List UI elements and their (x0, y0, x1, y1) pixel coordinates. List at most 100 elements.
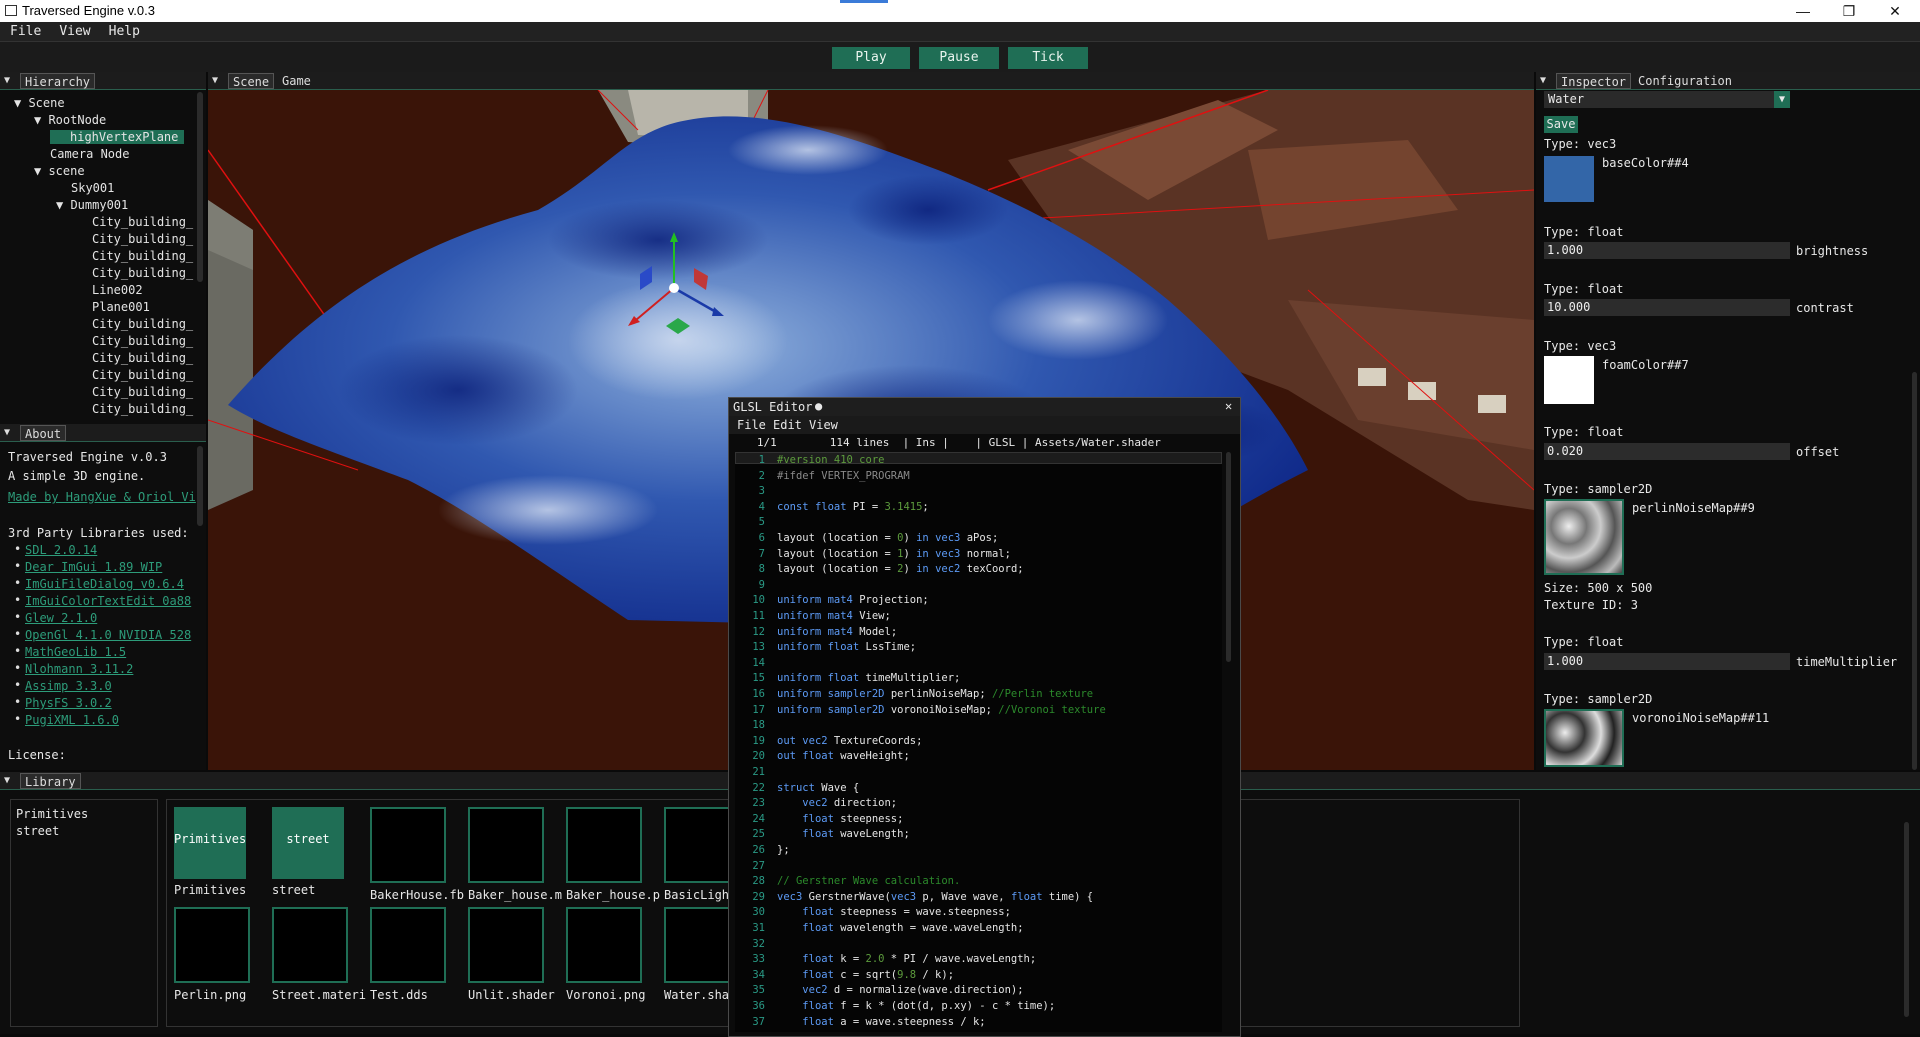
menu-help[interactable]: Help (99, 22, 148, 39)
contrast-input[interactable]: 10.000 (1544, 299, 1790, 316)
lib-link[interactable]: SDL 2.0.14 (25, 543, 97, 557)
tab-hierarchy[interactable]: Hierarchy (20, 73, 96, 89)
minimize-button[interactable]: — (1780, 0, 1826, 22)
lib-link[interactable]: Glew 2.1.0 (25, 611, 97, 625)
lib-link[interactable]: PugiXML 1.6.0 (25, 713, 119, 727)
perlin-texture-preview[interactable] (1544, 499, 1624, 575)
line-number: 19 (752, 734, 765, 747)
tree-node-building[interactable]: City_building_ (92, 249, 193, 263)
tab-scene[interactable]: Scene (228, 73, 275, 89)
prop-type: Type: float (1544, 635, 1624, 649)
editor-scrollbar[interactable] (1226, 452, 1231, 662)
lib-link[interactable]: MathGeoLib 1.5 (25, 645, 126, 659)
prop-type: Type: float (1544, 425, 1624, 439)
folder-item[interactable]: Primitives (16, 807, 88, 821)
collapse-icon[interactable]: ▼ (1540, 75, 1546, 86)
asset-tile[interactable] (370, 907, 446, 983)
code-line: layout (location = 2) in vec2 texCoord; (777, 563, 1024, 576)
tab-library[interactable]: Library (20, 773, 81, 789)
line-number: 12 (752, 625, 765, 638)
asset-tile[interactable] (272, 907, 348, 983)
tree-node-sky[interactable]: Sky001 (71, 181, 114, 195)
about-scrollbar[interactable] (197, 446, 203, 526)
tree-node-rootnode[interactable]: ▼ RootNode (34, 113, 106, 127)
asset-tile[interactable] (566, 907, 642, 983)
tree-node-building[interactable]: City_building_ (92, 368, 193, 382)
tab-inspector[interactable]: Inspector (1556, 73, 1632, 89)
tree-node-building[interactable]: City_building_ (92, 385, 193, 399)
tree-node-building[interactable]: City_building_ (92, 317, 193, 331)
shader-select[interactable]: Water (1544, 91, 1790, 108)
tree-node-scene[interactable]: ▼ Scene (14, 96, 65, 110)
folder-item[interactable]: street (16, 824, 59, 838)
brightness-input[interactable]: 1.000 (1544, 242, 1790, 259)
asset-tile[interactable] (468, 907, 544, 983)
tree-node-line[interactable]: Line002 (92, 283, 143, 297)
collapse-icon[interactable]: ▼ (4, 775, 10, 786)
tab-configuration[interactable]: Configuration (1634, 73, 1736, 89)
about-description: A simple 3D engine. (8, 469, 146, 483)
play-button[interactable]: Play (832, 47, 910, 69)
asset-tile[interactable] (566, 807, 642, 883)
hierarchy-scrollbar[interactable] (197, 92, 203, 282)
chevron-down-icon[interactable]: ▼ (1774, 91, 1790, 108)
tree-node-building[interactable]: City_building_ (92, 402, 193, 416)
tab-game[interactable]: Game (278, 73, 315, 89)
foam-color-swatch[interactable] (1544, 356, 1594, 404)
tree-node-camera[interactable]: Camera Node (50, 147, 129, 161)
tree-node-building[interactable]: City_building_ (92, 351, 193, 365)
lib-link[interactable]: PhysFS 3.0.2 (25, 696, 112, 710)
lib-link[interactable]: ImGuiColorTextEdit 0a88 (25, 594, 191, 608)
about-engine-name: Traversed Engine v.0.3 (8, 450, 167, 464)
asset-tile[interactable] (468, 807, 544, 883)
collapse-icon[interactable]: ▼ (4, 427, 10, 438)
lib-link[interactable]: ImGuiFileDialog v0.6.4 (25, 577, 184, 591)
code-area[interactable]: 1 #version 410 core 2 #ifdef VERTEX_PROGRAM… (735, 452, 1222, 1032)
tab-about[interactable]: About (20, 425, 67, 441)
collapse-icon[interactable]: ▼ (212, 75, 218, 86)
texture-id: Texture ID: 3 (1544, 598, 1638, 612)
editor-menu-edit[interactable]: Edit (773, 418, 802, 432)
offset-input[interactable]: 0.020 (1544, 443, 1790, 460)
menu-view[interactable]: View (49, 22, 98, 39)
lib-link[interactable]: Dear ImGui 1.89 WIP (25, 560, 162, 574)
folder-tile[interactable]: street (272, 807, 344, 879)
menu-file[interactable]: File (0, 22, 49, 39)
bullet-icon: • (14, 559, 22, 573)
folder-tile[interactable]: Primitives (174, 807, 246, 879)
asset-tile[interactable] (174, 907, 250, 983)
base-color-swatch[interactable] (1544, 156, 1594, 202)
tree-node-building[interactable]: City_building_ (92, 334, 193, 348)
lib-link[interactable]: Assimp 3.3.0 (25, 679, 112, 693)
tree-node-scene-child[interactable]: ▼ scene (34, 164, 85, 178)
title-bar: Traversed Engine v.0.3 — ❐ ✕ (0, 0, 1920, 22)
pause-button[interactable]: Pause (919, 47, 999, 69)
library-scrollbar[interactable] (1904, 822, 1909, 1017)
tree-node-dummy[interactable]: ▼ Dummy001 (56, 198, 128, 212)
tree-node-plane[interactable]: Plane001 (92, 300, 150, 314)
tree-node-building[interactable]: City_building_ (92, 215, 193, 229)
maximize-button[interactable]: ❐ (1826, 0, 1872, 22)
tree-node-building[interactable]: City_building_ (92, 232, 193, 246)
line-number: 29 (752, 890, 765, 903)
collapse-icon[interactable]: ▼ (4, 75, 10, 86)
line-number: 27 (752, 859, 765, 872)
tree-node-building[interactable]: City_building_ (92, 266, 193, 280)
voronoi-texture-preview[interactable] (1544, 709, 1624, 767)
close-button[interactable]: ✕ (1872, 0, 1918, 22)
line-number: 35 (752, 984, 765, 997)
asset-tile[interactable] (370, 807, 446, 883)
editor-close-button[interactable]: ✕ (1225, 399, 1232, 413)
lib-link[interactable]: Nlohmann 3.11.2 (25, 662, 133, 676)
time-multiplier-input[interactable]: 1.000 (1544, 653, 1790, 670)
editor-menu-view[interactable]: View (809, 418, 838, 432)
editor-menu-file[interactable]: File (737, 418, 766, 432)
menu-bar: File View Help (0, 22, 1920, 42)
tick-button[interactable]: Tick (1008, 47, 1088, 69)
lib-link[interactable]: OpenGl 4.1.0 NVIDIA 528 (25, 628, 191, 642)
about-authors-link[interactable]: Made by HangXue & Oriol Vi (8, 490, 196, 504)
inspector-scrollbar[interactable] (1912, 372, 1917, 770)
tree-node-highvertexplane[interactable]: highVertexPlane (50, 130, 184, 144)
line-number: 8 (758, 563, 765, 576)
save-button[interactable]: Save (1544, 116, 1578, 133)
